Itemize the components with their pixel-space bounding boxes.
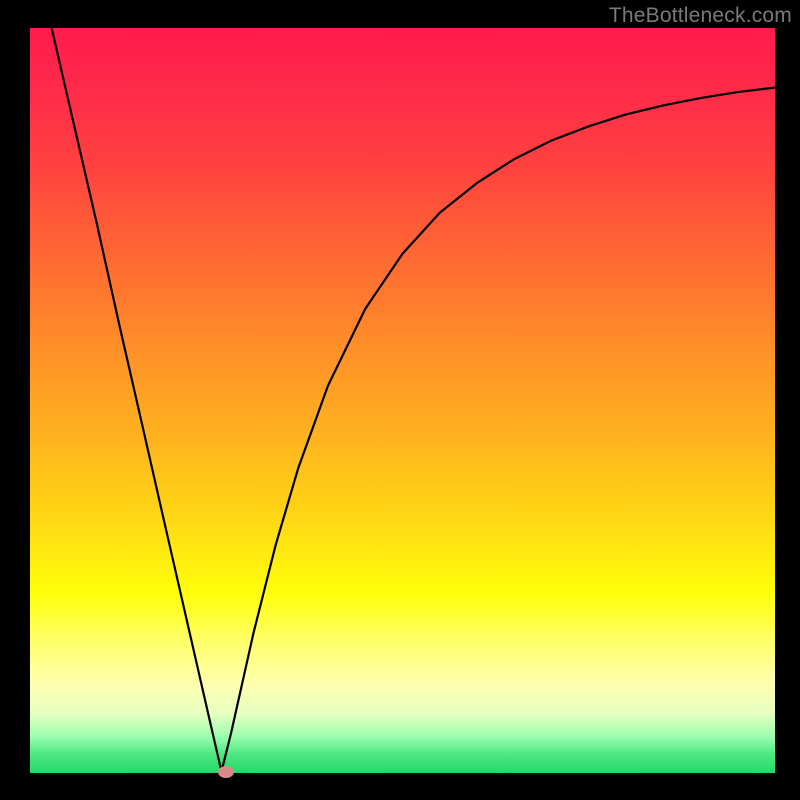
plot-area	[30, 28, 775, 773]
bottleneck-curve	[52, 28, 775, 772]
watermark-text: TheBottleneck.com	[609, 4, 792, 28]
chart-frame: TheBottleneck.com	[0, 0, 800, 800]
curve-layer	[30, 28, 775, 773]
minimum-marker	[218, 766, 234, 778]
